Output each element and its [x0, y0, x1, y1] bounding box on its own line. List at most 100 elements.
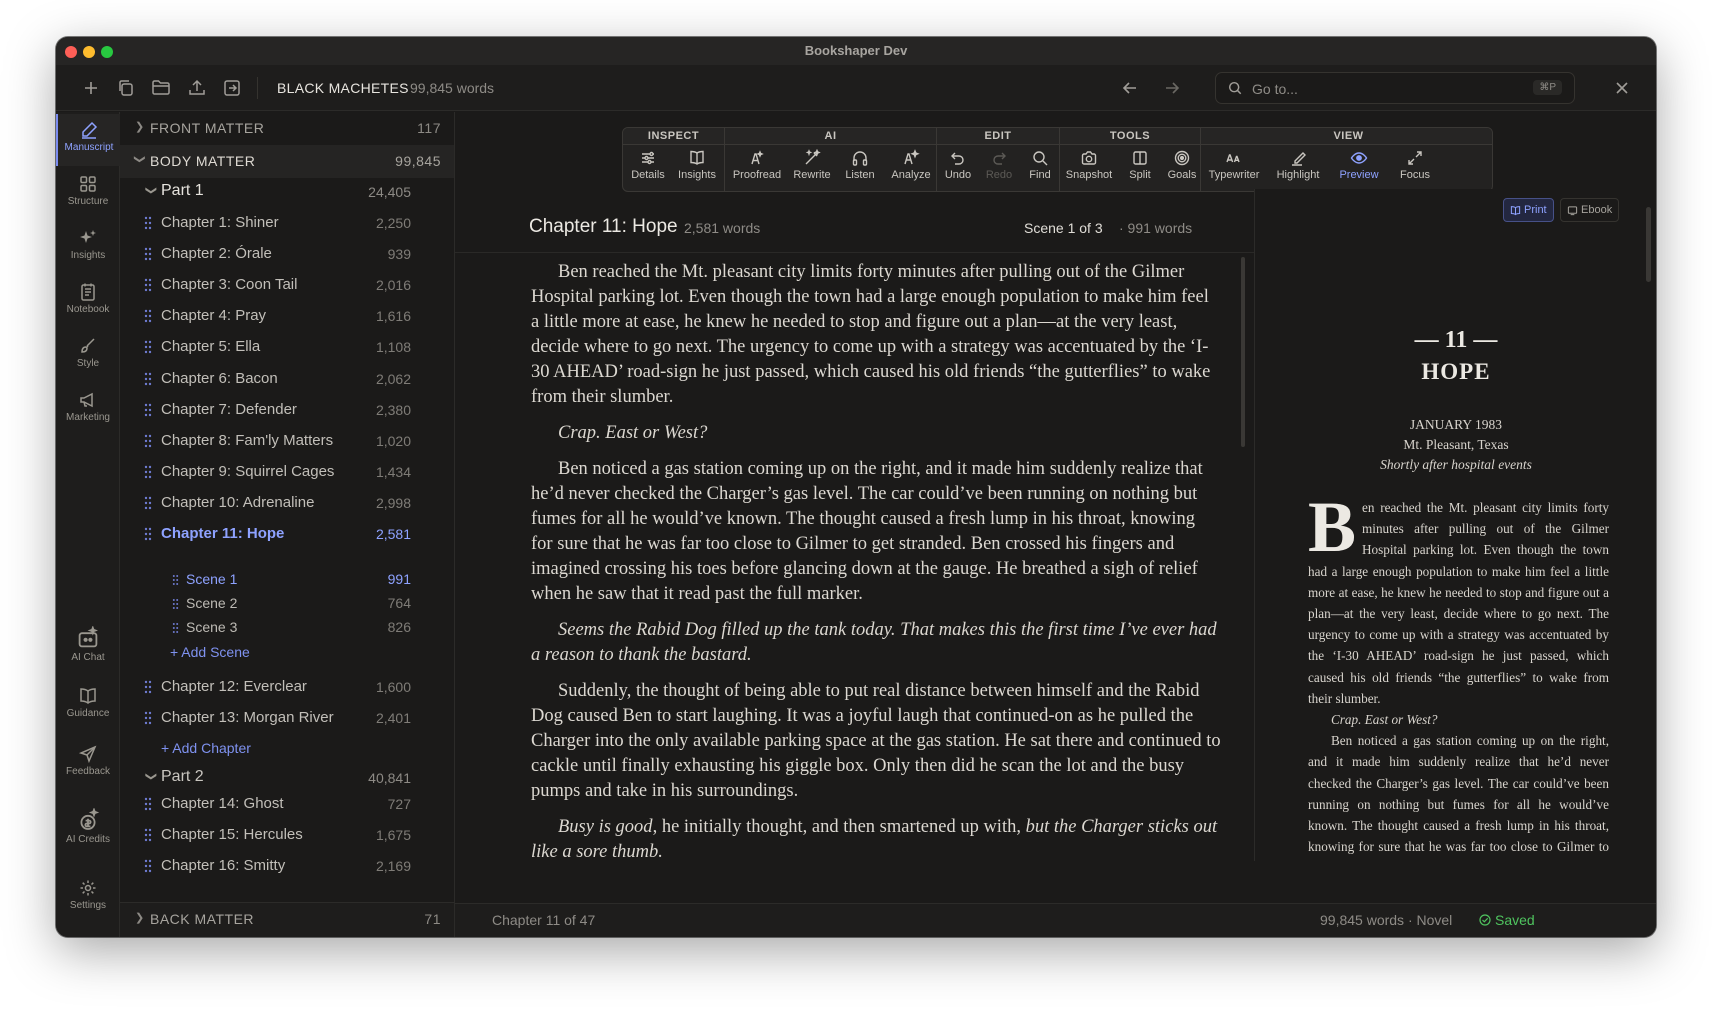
- editor-text-area[interactable]: Ben reached the Mt. pleasant city limits…: [531, 260, 1221, 860]
- folder-icon[interactable]: [150, 77, 172, 99]
- drag-handle-icon[interactable]: [144, 247, 152, 261]
- chapter-row[interactable]: Chapter 13: Morgan River 2,401: [120, 703, 454, 733]
- chapter-row[interactable]: Chapter 5: Ella 1,108: [120, 332, 454, 362]
- editor-scrollbar[interactable]: [1241, 257, 1245, 447]
- proofread-button[interactable]: Proofread: [727, 148, 787, 190]
- expand-icon: [1408, 151, 1422, 165]
- close-window-button[interactable]: [65, 46, 77, 58]
- part-1[interactable]: ❯ Part 1 24,405: [120, 178, 454, 206]
- rail-guidance[interactable]: Guidance: [56, 680, 120, 728]
- minimize-window-button[interactable]: [83, 46, 95, 58]
- split-button[interactable]: Split: [1118, 148, 1162, 190]
- drag-handle-icon[interactable]: [172, 573, 179, 585]
- plus-icon[interactable]: [80, 77, 102, 99]
- paragraph: Ben noticed a gas station coming up on t…: [531, 459, 1203, 604]
- drag-handle-icon[interactable]: [144, 403, 152, 417]
- undo-button[interactable]: Undo: [937, 148, 979, 190]
- manuscript-sidebar: ❯ FRONT MATTER 117 ❯ BODY MATTER 99,845 …: [120, 112, 455, 937]
- chapter-row[interactable]: Chapter 6: Bacon 2,062: [120, 364, 454, 394]
- chapter-row[interactable]: Chapter 2: Órale 939: [120, 239, 454, 269]
- goto-search-box[interactable]: Go to... ⌘P: [1215, 72, 1575, 104]
- chapter-row[interactable]: Chapter 1: Shiner 2,250: [120, 208, 454, 238]
- drag-handle-icon[interactable]: [144, 496, 152, 510]
- drag-handle-icon[interactable]: [144, 680, 152, 694]
- rail-structure[interactable]: Structure: [56, 168, 120, 216]
- drag-handle-icon[interactable]: [172, 597, 179, 609]
- add-scene-link[interactable]: + Add Scene: [170, 644, 250, 660]
- drag-handle-icon[interactable]: [144, 309, 152, 323]
- add-chapter-link[interactable]: + Add Chapter: [161, 740, 251, 756]
- find-button[interactable]: Find: [1019, 148, 1061, 190]
- focus-button[interactable]: Focus: [1389, 148, 1441, 190]
- part-2[interactable]: ❯ Part 2 40,841: [120, 764, 454, 792]
- drag-handle-icon[interactable]: [144, 216, 152, 230]
- redo-button[interactable]: Redo: [979, 148, 1019, 190]
- chapter-row[interactable]: Chapter 3: Coon Tail 2,016: [120, 270, 454, 300]
- chapter-row[interactable]: Chapter 10: Adrenaline 2,998: [120, 488, 454, 518]
- part-count: 24,405: [368, 184, 411, 200]
- analyze-button[interactable]: Analyze: [885, 148, 937, 190]
- chapter-count: 1,108: [375, 339, 411, 356]
- arrow-left-icon[interactable]: [1119, 77, 1141, 99]
- close-icon[interactable]: [1611, 77, 1633, 99]
- chapter-row[interactable]: Chapter 8: Fam'ly Matters 1,020: [120, 426, 454, 456]
- rail-feedback[interactable]: Feedback: [56, 738, 120, 786]
- chapter-row[interactable]: Chapter 7: Defender 2,380: [120, 395, 454, 425]
- chapter-row[interactable]: Chapter 12: Everclear 1,600: [120, 672, 454, 702]
- rail-manuscript[interactable]: Manuscript: [56, 114, 120, 166]
- chapter-row[interactable]: Chapter 9: Squirrel Cages 1,434: [120, 457, 454, 487]
- snapshot-button[interactable]: Snapshot: [1060, 148, 1118, 190]
- upload-icon[interactable]: [186, 77, 208, 99]
- chapter-row[interactable]: Chapter 4: Pray 1,616: [120, 301, 454, 331]
- listen-button[interactable]: Listen: [837, 148, 883, 190]
- drag-handle-icon[interactable]: [144, 859, 152, 873]
- tab-print[interactable]: Print: [1503, 198, 1554, 222]
- section-label: FRONT MATTER: [150, 120, 265, 136]
- section-body-matter[interactable]: ❯ BODY MATTER 99,845: [120, 145, 454, 178]
- rewrite-button[interactable]: Rewrite: [787, 148, 837, 190]
- drag-handle-icon[interactable]: [144, 828, 152, 842]
- drag-handle-icon[interactable]: [144, 465, 152, 479]
- chapter-count: 939: [387, 246, 411, 263]
- drag-handle-icon[interactable]: [144, 278, 152, 292]
- drag-handle-icon[interactable]: [172, 621, 179, 633]
- rail-ai-credits[interactable]: AI Credits: [56, 802, 120, 854]
- chapter-row[interactable]: Chapter 11: Hope 2,581: [120, 519, 454, 549]
- drag-handle-icon[interactable]: [144, 797, 152, 811]
- scene-indicator: Scene 1 of 3: [1024, 220, 1103, 236]
- chapter-row[interactable]: Chapter 16: Smitty 2,169: [120, 851, 454, 881]
- export-icon[interactable]: [221, 77, 243, 99]
- drag-handle-icon[interactable]: [144, 372, 152, 386]
- zoom-window-button[interactable]: [101, 46, 113, 58]
- insights-button[interactable]: Insights: [673, 148, 721, 190]
- rail-settings[interactable]: Settings: [56, 872, 120, 920]
- drag-handle-icon[interactable]: [144, 340, 152, 354]
- goals-button[interactable]: Goals: [1162, 148, 1202, 190]
- rail-marketing[interactable]: Marketing: [56, 384, 120, 432]
- tab-ebook[interactable]: Ebook: [1560, 198, 1620, 222]
- drag-handle-icon[interactable]: [144, 711, 152, 725]
- chapter-row[interactable]: Chapter 14: Ghost 727: [120, 789, 454, 819]
- arrow-right-icon[interactable]: [1161, 77, 1183, 99]
- section-back-matter[interactable]: ❯ BACK MATTER 71: [120, 902, 454, 937]
- chapter-row[interactable]: Chapter 15: Hercules 1,675: [120, 820, 454, 850]
- gear-icon: [80, 880, 96, 896]
- drag-handle-icon[interactable]: [144, 527, 152, 541]
- duplicate-icon[interactable]: [115, 77, 137, 99]
- preview-button[interactable]: Preview: [1329, 148, 1389, 190]
- details-button[interactable]: Details: [623, 148, 673, 190]
- section-front-matter[interactable]: ❯ FRONT MATTER 117: [120, 112, 454, 145]
- drag-handle-icon[interactable]: [144, 434, 152, 448]
- rail-style[interactable]: Style: [56, 330, 120, 378]
- scene-row[interactable]: Scene 2 764: [120, 591, 454, 615]
- typewriter-button[interactable]: Typewriter: [1201, 148, 1267, 190]
- scene-count: 826: [387, 619, 411, 635]
- scene-row[interactable]: Scene 3 826: [120, 615, 454, 639]
- rail-notebook[interactable]: Notebook: [56, 276, 120, 324]
- highlight-button[interactable]: Highlight: [1267, 148, 1329, 190]
- scene-row[interactable]: Scene 1 991: [120, 567, 454, 591]
- preview-scrollbar[interactable]: [1646, 207, 1651, 282]
- button-label: Focus: [1400, 169, 1430, 181]
- rail-ai-chat[interactable]: AI Chat: [56, 620, 120, 674]
- rail-insights[interactable]: Insights: [56, 222, 120, 270]
